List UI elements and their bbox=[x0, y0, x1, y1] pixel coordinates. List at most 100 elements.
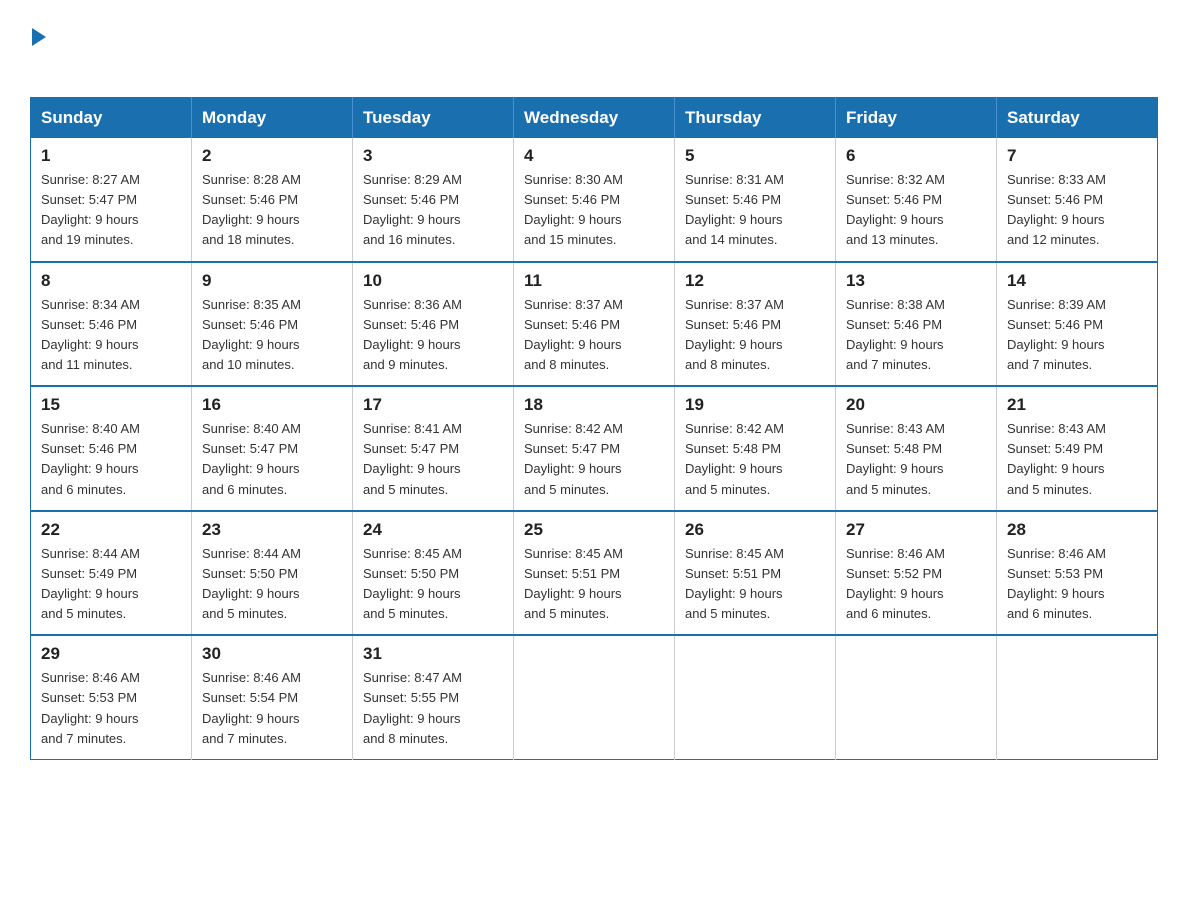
day-number: 18 bbox=[524, 395, 664, 415]
calendar-cell: 31 Sunrise: 8:47 AM Sunset: 5:55 PM Dayl… bbox=[353, 635, 514, 759]
calendar-cell: 15 Sunrise: 8:40 AM Sunset: 5:46 PM Dayl… bbox=[31, 386, 192, 511]
day-info: Sunrise: 8:45 AM Sunset: 5:51 PM Dayligh… bbox=[524, 544, 664, 625]
day-number: 13 bbox=[846, 271, 986, 291]
calendar-cell: 4 Sunrise: 8:30 AM Sunset: 5:46 PM Dayli… bbox=[514, 138, 675, 262]
day-number: 11 bbox=[524, 271, 664, 291]
day-number: 19 bbox=[685, 395, 825, 415]
calendar-header-row: SundayMondayTuesdayWednesdayThursdayFrid… bbox=[31, 98, 1158, 139]
logo bbox=[30, 20, 46, 79]
day-info: Sunrise: 8:30 AM Sunset: 5:46 PM Dayligh… bbox=[524, 170, 664, 251]
calendar-week-row: 29 Sunrise: 8:46 AM Sunset: 5:53 PM Dayl… bbox=[31, 635, 1158, 759]
day-number: 2 bbox=[202, 146, 342, 166]
day-number: 17 bbox=[363, 395, 503, 415]
calendar-cell: 12 Sunrise: 8:37 AM Sunset: 5:46 PM Dayl… bbox=[675, 262, 836, 387]
day-number: 23 bbox=[202, 520, 342, 540]
day-info: Sunrise: 8:45 AM Sunset: 5:51 PM Dayligh… bbox=[685, 544, 825, 625]
day-info: Sunrise: 8:47 AM Sunset: 5:55 PM Dayligh… bbox=[363, 668, 503, 749]
calendar-cell: 1 Sunrise: 8:27 AM Sunset: 5:47 PM Dayli… bbox=[31, 138, 192, 262]
calendar-cell: 3 Sunrise: 8:29 AM Sunset: 5:46 PM Dayli… bbox=[353, 138, 514, 262]
day-info: Sunrise: 8:40 AM Sunset: 5:46 PM Dayligh… bbox=[41, 419, 181, 500]
day-info: Sunrise: 8:42 AM Sunset: 5:47 PM Dayligh… bbox=[524, 419, 664, 500]
day-info: Sunrise: 8:39 AM Sunset: 5:46 PM Dayligh… bbox=[1007, 295, 1147, 376]
day-header-friday: Friday bbox=[836, 98, 997, 139]
day-number: 9 bbox=[202, 271, 342, 291]
day-number: 1 bbox=[41, 146, 181, 166]
calendar-cell bbox=[836, 635, 997, 759]
calendar-cell: 29 Sunrise: 8:46 AM Sunset: 5:53 PM Dayl… bbox=[31, 635, 192, 759]
day-info: Sunrise: 8:41 AM Sunset: 5:47 PM Dayligh… bbox=[363, 419, 503, 500]
calendar-cell: 10 Sunrise: 8:36 AM Sunset: 5:46 PM Dayl… bbox=[353, 262, 514, 387]
day-number: 26 bbox=[685, 520, 825, 540]
day-number: 5 bbox=[685, 146, 825, 166]
calendar-cell: 18 Sunrise: 8:42 AM Sunset: 5:47 PM Dayl… bbox=[514, 386, 675, 511]
day-info: Sunrise: 8:46 AM Sunset: 5:54 PM Dayligh… bbox=[202, 668, 342, 749]
day-number: 30 bbox=[202, 644, 342, 664]
day-info: Sunrise: 8:42 AM Sunset: 5:48 PM Dayligh… bbox=[685, 419, 825, 500]
day-info: Sunrise: 8:33 AM Sunset: 5:46 PM Dayligh… bbox=[1007, 170, 1147, 251]
day-info: Sunrise: 8:36 AM Sunset: 5:46 PM Dayligh… bbox=[363, 295, 503, 376]
day-info: Sunrise: 8:32 AM Sunset: 5:46 PM Dayligh… bbox=[846, 170, 986, 251]
calendar-cell: 16 Sunrise: 8:40 AM Sunset: 5:47 PM Dayl… bbox=[192, 386, 353, 511]
day-info: Sunrise: 8:27 AM Sunset: 5:47 PM Dayligh… bbox=[41, 170, 181, 251]
day-info: Sunrise: 8:43 AM Sunset: 5:48 PM Dayligh… bbox=[846, 419, 986, 500]
calendar-cell: 5 Sunrise: 8:31 AM Sunset: 5:46 PM Dayli… bbox=[675, 138, 836, 262]
calendar-cell bbox=[997, 635, 1158, 759]
day-info: Sunrise: 8:38 AM Sunset: 5:46 PM Dayligh… bbox=[846, 295, 986, 376]
day-info: Sunrise: 8:43 AM Sunset: 5:49 PM Dayligh… bbox=[1007, 419, 1147, 500]
calendar-cell bbox=[675, 635, 836, 759]
day-header-sunday: Sunday bbox=[31, 98, 192, 139]
calendar-week-row: 15 Sunrise: 8:40 AM Sunset: 5:46 PM Dayl… bbox=[31, 386, 1158, 511]
calendar-cell bbox=[514, 635, 675, 759]
day-info: Sunrise: 8:46 AM Sunset: 5:53 PM Dayligh… bbox=[1007, 544, 1147, 625]
calendar-week-row: 8 Sunrise: 8:34 AM Sunset: 5:46 PM Dayli… bbox=[31, 262, 1158, 387]
day-info: Sunrise: 8:37 AM Sunset: 5:46 PM Dayligh… bbox=[685, 295, 825, 376]
day-number: 22 bbox=[41, 520, 181, 540]
day-info: Sunrise: 8:34 AM Sunset: 5:46 PM Dayligh… bbox=[41, 295, 181, 376]
calendar-cell: 7 Sunrise: 8:33 AM Sunset: 5:46 PM Dayli… bbox=[997, 138, 1158, 262]
logo-arrow-icon bbox=[32, 28, 46, 46]
day-header-monday: Monday bbox=[192, 98, 353, 139]
calendar-cell: 25 Sunrise: 8:45 AM Sunset: 5:51 PM Dayl… bbox=[514, 511, 675, 636]
day-info: Sunrise: 8:46 AM Sunset: 5:52 PM Dayligh… bbox=[846, 544, 986, 625]
day-info: Sunrise: 8:44 AM Sunset: 5:50 PM Dayligh… bbox=[202, 544, 342, 625]
day-number: 8 bbox=[41, 271, 181, 291]
day-header-thursday: Thursday bbox=[675, 98, 836, 139]
day-header-tuesday: Tuesday bbox=[353, 98, 514, 139]
calendar-cell: 21 Sunrise: 8:43 AM Sunset: 5:49 PM Dayl… bbox=[997, 386, 1158, 511]
day-number: 27 bbox=[846, 520, 986, 540]
day-info: Sunrise: 8:35 AM Sunset: 5:46 PM Dayligh… bbox=[202, 295, 342, 376]
day-info: Sunrise: 8:40 AM Sunset: 5:47 PM Dayligh… bbox=[202, 419, 342, 500]
day-number: 20 bbox=[846, 395, 986, 415]
calendar-week-row: 1 Sunrise: 8:27 AM Sunset: 5:47 PM Dayli… bbox=[31, 138, 1158, 262]
day-number: 24 bbox=[363, 520, 503, 540]
calendar-cell: 19 Sunrise: 8:42 AM Sunset: 5:48 PM Dayl… bbox=[675, 386, 836, 511]
day-info: Sunrise: 8:28 AM Sunset: 5:46 PM Dayligh… bbox=[202, 170, 342, 251]
day-number: 21 bbox=[1007, 395, 1147, 415]
calendar-week-row: 22 Sunrise: 8:44 AM Sunset: 5:49 PM Dayl… bbox=[31, 511, 1158, 636]
day-number: 14 bbox=[1007, 271, 1147, 291]
calendar-cell: 28 Sunrise: 8:46 AM Sunset: 5:53 PM Dayl… bbox=[997, 511, 1158, 636]
calendar-cell: 8 Sunrise: 8:34 AM Sunset: 5:46 PM Dayli… bbox=[31, 262, 192, 387]
calendar-cell: 20 Sunrise: 8:43 AM Sunset: 5:48 PM Dayl… bbox=[836, 386, 997, 511]
calendar-cell: 13 Sunrise: 8:38 AM Sunset: 5:46 PM Dayl… bbox=[836, 262, 997, 387]
day-number: 16 bbox=[202, 395, 342, 415]
day-number: 28 bbox=[1007, 520, 1147, 540]
day-number: 3 bbox=[363, 146, 503, 166]
day-header-wednesday: Wednesday bbox=[514, 98, 675, 139]
day-header-saturday: Saturday bbox=[997, 98, 1158, 139]
day-info: Sunrise: 8:44 AM Sunset: 5:49 PM Dayligh… bbox=[41, 544, 181, 625]
calendar-table: SundayMondayTuesdayWednesdayThursdayFrid… bbox=[30, 97, 1158, 760]
calendar-cell: 24 Sunrise: 8:45 AM Sunset: 5:50 PM Dayl… bbox=[353, 511, 514, 636]
day-info: Sunrise: 8:46 AM Sunset: 5:53 PM Dayligh… bbox=[41, 668, 181, 749]
day-number: 31 bbox=[363, 644, 503, 664]
calendar-cell: 26 Sunrise: 8:45 AM Sunset: 5:51 PM Dayl… bbox=[675, 511, 836, 636]
day-number: 10 bbox=[363, 271, 503, 291]
calendar-cell: 17 Sunrise: 8:41 AM Sunset: 5:47 PM Dayl… bbox=[353, 386, 514, 511]
page-header bbox=[30, 20, 1158, 79]
calendar-cell: 23 Sunrise: 8:44 AM Sunset: 5:50 PM Dayl… bbox=[192, 511, 353, 636]
day-number: 12 bbox=[685, 271, 825, 291]
calendar-cell: 9 Sunrise: 8:35 AM Sunset: 5:46 PM Dayli… bbox=[192, 262, 353, 387]
day-number: 7 bbox=[1007, 146, 1147, 166]
day-info: Sunrise: 8:31 AM Sunset: 5:46 PM Dayligh… bbox=[685, 170, 825, 251]
calendar-cell: 22 Sunrise: 8:44 AM Sunset: 5:49 PM Dayl… bbox=[31, 511, 192, 636]
